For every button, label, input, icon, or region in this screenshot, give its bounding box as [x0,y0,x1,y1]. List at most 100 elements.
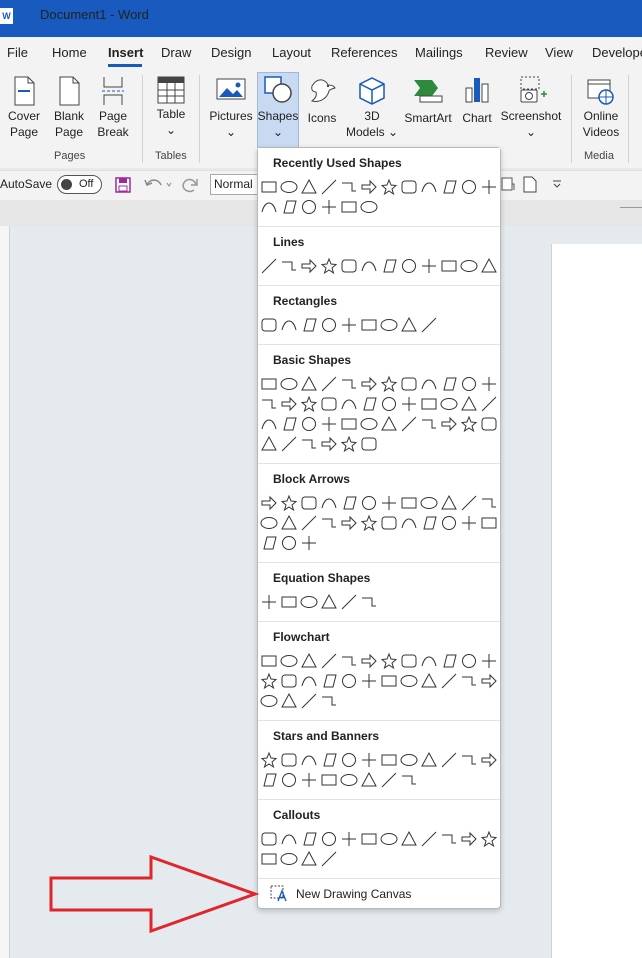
shape-option[interactable] [399,770,419,790]
shape-option[interactable] [419,374,439,394]
shape-option[interactable] [379,315,399,335]
shape-option[interactable] [299,750,319,770]
shape-option[interactable] [319,493,339,513]
tab-draw[interactable]: Draw [161,45,191,60]
shape-option[interactable] [399,256,419,276]
shape-option[interactable] [399,671,419,691]
shape-option[interactable] [339,177,359,197]
shape-option[interactable] [379,493,399,513]
shape-option[interactable] [299,691,319,711]
shape-option[interactable] [319,434,339,454]
shape-option[interactable] [459,829,479,849]
shape-option[interactable] [359,592,379,612]
shape-option[interactable] [259,414,279,434]
shape-option[interactable] [319,691,339,711]
shape-option[interactable] [479,829,499,849]
shape-option[interactable] [339,414,359,434]
shape-option[interactable] [399,513,419,533]
shape-option[interactable] [359,671,379,691]
shape-option[interactable] [319,770,339,790]
shape-option[interactable] [479,493,499,513]
shape-option[interactable] [359,256,379,276]
shape-option[interactable] [259,592,279,612]
shape-option[interactable] [479,394,499,414]
shape-option[interactable] [379,374,399,394]
shape-option[interactable] [279,414,299,434]
shape-option[interactable] [459,750,479,770]
shape-option[interactable] [259,829,279,849]
shape-option[interactable] [299,671,319,691]
shape-option[interactable] [279,315,299,335]
shape-option[interactable] [299,493,319,513]
shape-option[interactable] [399,651,419,671]
blank-page-button[interactable]: Blank Page [51,76,87,140]
shape-option[interactable] [279,533,299,553]
style-selector[interactable]: Normal [210,174,260,195]
tab-review[interactable]: Review [485,45,528,60]
tab-view[interactable]: View [545,45,573,60]
shape-option[interactable] [459,256,479,276]
shape-option[interactable] [299,315,319,335]
shape-option[interactable] [359,829,379,849]
shape-option[interactable] [419,394,439,414]
shape-option[interactable] [259,374,279,394]
shape-option[interactable] [379,256,399,276]
shape-option[interactable] [319,414,339,434]
shape-option[interactable] [319,671,339,691]
shape-option[interactable] [359,414,379,434]
shape-option[interactable] [259,770,279,790]
undo-icon[interactable] [143,176,173,193]
shape-option[interactable] [259,513,279,533]
shape-option[interactable] [299,829,319,849]
shape-option[interactable] [439,374,459,394]
shape-option[interactable] [439,256,459,276]
tab-home[interactable]: Home [52,45,87,60]
tab-insert[interactable]: Insert [108,45,143,60]
shape-option[interactable] [259,691,279,711]
shape-option[interactable] [459,671,479,691]
shape-option[interactable] [379,651,399,671]
shape-option[interactable] [339,513,359,533]
shape-option[interactable] [359,197,379,217]
shape-option[interactable] [279,374,299,394]
shape-option[interactable] [399,394,419,414]
tab-developer[interactable]: Develope [592,45,642,60]
shape-option[interactable] [299,849,319,869]
shape-option[interactable] [279,691,299,711]
shape-option[interactable] [439,671,459,691]
shape-option[interactable] [259,651,279,671]
shape-option[interactable] [319,592,339,612]
save-icon[interactable] [115,177,131,193]
tab-layout[interactable]: Layout [272,45,311,60]
shape-option[interactable] [319,394,339,414]
shape-option[interactable] [299,197,319,217]
shape-option[interactable] [319,315,339,335]
shape-option[interactable] [439,651,459,671]
shape-option[interactable] [419,493,439,513]
shape-option[interactable] [279,197,299,217]
shape-option[interactable] [419,177,439,197]
shape-option[interactable] [259,177,279,197]
shape-option[interactable] [479,651,499,671]
shape-option[interactable] [279,256,299,276]
screenshot-button[interactable]: Screenshot ⌄ [498,76,564,140]
shape-option[interactable] [479,750,499,770]
shape-option[interactable] [419,750,439,770]
shape-option[interactable] [259,849,279,869]
shape-option[interactable] [439,394,459,414]
shape-option[interactable] [339,394,359,414]
shape-option[interactable] [479,414,499,434]
shape-option[interactable] [359,750,379,770]
shape-option[interactable] [259,493,279,513]
shape-option[interactable] [439,829,459,849]
shape-option[interactable] [379,177,399,197]
shape-option[interactable] [419,513,439,533]
shape-option[interactable] [279,592,299,612]
shape-option[interactable] [299,533,319,553]
shape-option[interactable] [339,592,359,612]
shape-option[interactable] [279,770,299,790]
shape-option[interactable] [339,750,359,770]
shape-option[interactable] [339,829,359,849]
shape-option[interactable] [339,770,359,790]
shape-option[interactable] [399,315,419,335]
